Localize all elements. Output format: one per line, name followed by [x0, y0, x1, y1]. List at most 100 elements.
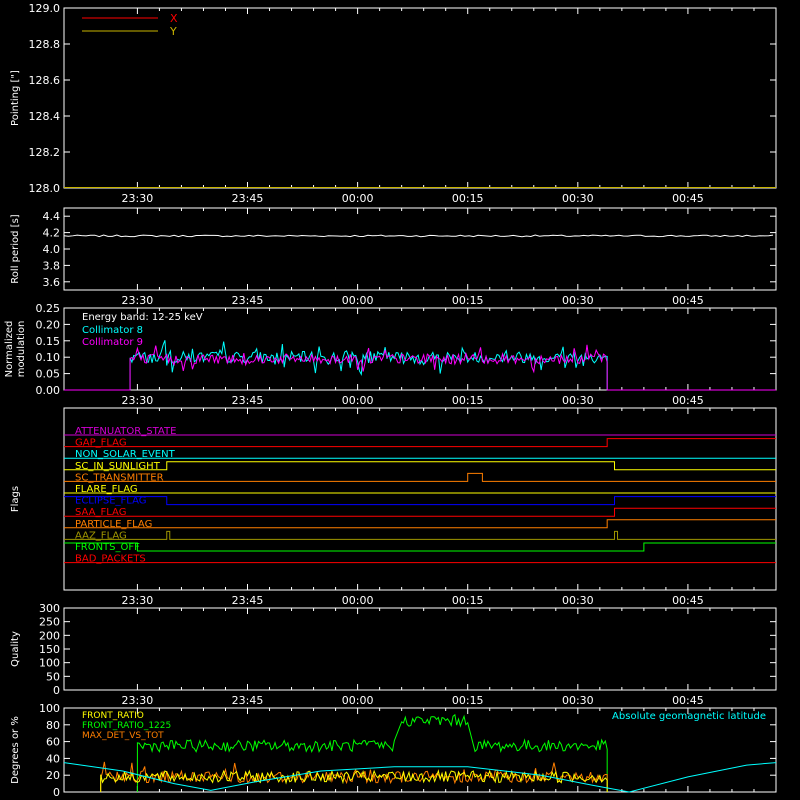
y-tick-label: 60: [46, 736, 60, 749]
y-axis-label: Normalized: [4, 321, 15, 378]
y-tick-label: 128.6: [29, 74, 61, 87]
x-tick-label: 23:45: [232, 594, 264, 607]
x-tick-label: 00:30: [562, 192, 594, 205]
y-tick-label: 40: [46, 752, 60, 765]
x-tick-label: 00:15: [452, 192, 484, 205]
x-tick-label: 00:45: [672, 394, 704, 407]
y-axis-label: Pointing ["]: [10, 70, 21, 126]
x-tick-label: 00:00: [342, 394, 374, 407]
y-axis-label: modulation: [16, 321, 27, 378]
y-tick-label: 128.8: [29, 38, 61, 51]
flag-label: ECLIPSE_FLAG: [75, 496, 146, 507]
legend-label: FRONT_RATIO_1225: [82, 721, 171, 731]
modulation-series-line: [64, 340, 776, 391]
y-axis-label: Quality: [10, 631, 21, 667]
y-tick-label: 100: [39, 702, 60, 715]
flag-line: [64, 542, 776, 552]
y-tick-label: 0: [53, 786, 60, 799]
y-tick-label: 3.8: [43, 259, 61, 272]
roll-series-line: [63, 234, 774, 238]
y-tick-label: 128.0: [29, 182, 61, 195]
x-tick-label: 00:45: [672, 594, 704, 607]
x-tick-label: 00:30: [562, 294, 594, 307]
legend-label: Collimator 8: [82, 325, 143, 336]
flag-label: BAD_PACKETS: [75, 554, 146, 565]
y-tick-label: 4.2: [43, 227, 61, 240]
x-tick-label: 00:00: [342, 294, 374, 307]
y-tick-label: 0.00: [36, 384, 61, 397]
y-tick-label: 250: [39, 616, 60, 629]
y-axis-label: Degrees or %: [10, 716, 21, 784]
y-tick-label: 128.4: [29, 110, 61, 123]
y-tick-label: 80: [46, 719, 60, 732]
flag-label: ATTENUATOR_STATE: [75, 426, 176, 437]
y-axis-label: Roll period [s]: [10, 214, 21, 283]
x-tick-label: 00:15: [452, 694, 484, 707]
x-tick-label: 23:45: [232, 394, 264, 407]
y-tick-label: 0.10: [36, 351, 61, 364]
figure: 23:30 23:45 00:00 00:15 00:30 00:45 128.0 128.2…: [4, 2, 777, 799]
annotation: Energy band: 12-25 keV: [82, 312, 203, 323]
x-tick-label: 23:45: [232, 192, 264, 205]
flag-label: SC_TRANSMITTER: [75, 472, 164, 483]
quality-frame: [63, 607, 777, 691]
y-tick-label: 0.20: [36, 318, 61, 331]
flag-label: NON_SOLAR_EVENT: [75, 449, 176, 460]
y-tick-label: 0.25: [36, 302, 61, 315]
y-tick-label: 20: [46, 769, 60, 782]
y-tick-label: 4.4: [43, 210, 61, 223]
flag-line: [64, 461, 776, 471]
x-tick-label: 00:00: [342, 192, 374, 205]
flag-line: [64, 438, 776, 448]
x-tick-label: 23:30: [122, 694, 154, 707]
flag-line: [64, 507, 776, 517]
x-tick-label: 23:45: [232, 294, 264, 307]
y-tick-label: 3.6: [43, 276, 61, 289]
x-tick-label: 00:00: [342, 694, 374, 707]
x-tick-label: 00:15: [452, 394, 484, 407]
y-tick-label: 150: [39, 643, 60, 656]
flag-label: GAP_FLAG: [75, 438, 127, 449]
right-legend-label: Absolute geomagnetic latitude: [612, 711, 766, 722]
legend-label: X: [170, 12, 178, 25]
flag-label: AAZ_FLAG: [75, 530, 127, 541]
flag-line: [64, 530, 776, 540]
x-tick-label: 00:15: [452, 294, 484, 307]
x-tick-label: 23:30: [122, 394, 154, 407]
x-tick-label: 00:00: [342, 594, 374, 607]
y-tick-label: 300: [39, 602, 60, 615]
legend-label: MAX_DET_VS_TOT: [82, 731, 164, 741]
y-axis-label: Flags: [10, 486, 21, 512]
y-tick-label: 128.2: [29, 146, 61, 159]
x-tick-label: 00:30: [562, 594, 594, 607]
flag-label: PARTICLE_FLAG: [75, 519, 152, 530]
legend-label: Collimator 9: [82, 337, 143, 348]
flag-label: SAA_FLAG: [75, 507, 126, 518]
y-tick-label: 100: [39, 657, 60, 670]
x-tick-label: 00:45: [672, 294, 704, 307]
flag-line: [64, 519, 776, 529]
x-tick-label: 23:45: [232, 694, 264, 707]
x-tick-label: 00:30: [562, 694, 594, 707]
x-tick-label: 00:45: [672, 694, 704, 707]
y-tick-label: 0: [53, 684, 60, 697]
y-tick-label: 129.0: [29, 2, 61, 15]
flag-label: FRONTS_OFF: [75, 542, 140, 553]
legend-label: Y: [169, 25, 177, 38]
x-tick-label: 23:30: [122, 192, 154, 205]
flag-line: [64, 496, 776, 506]
y-tick-label: 4.0: [43, 243, 61, 256]
legend-label: FRONT_RATIO: [82, 711, 144, 721]
y-tick-label: 50: [46, 670, 60, 683]
x-tick-label: 00:15: [452, 594, 484, 607]
flag-line: [64, 472, 776, 482]
flag-label: SC_IN_SUNLIGHT: [75, 461, 161, 472]
y-tick-label: 0.05: [36, 368, 61, 381]
x-tick-label: 00:30: [562, 394, 594, 407]
y-tick-label: 0.15: [36, 335, 61, 348]
x-tick-label: 23:30: [122, 594, 154, 607]
x-tick-label: 00:45: [672, 192, 704, 205]
y-tick-label: 200: [39, 629, 60, 642]
flag-label: FLARE_FLAG: [75, 484, 138, 495]
roll-frame: [63, 207, 777, 291]
